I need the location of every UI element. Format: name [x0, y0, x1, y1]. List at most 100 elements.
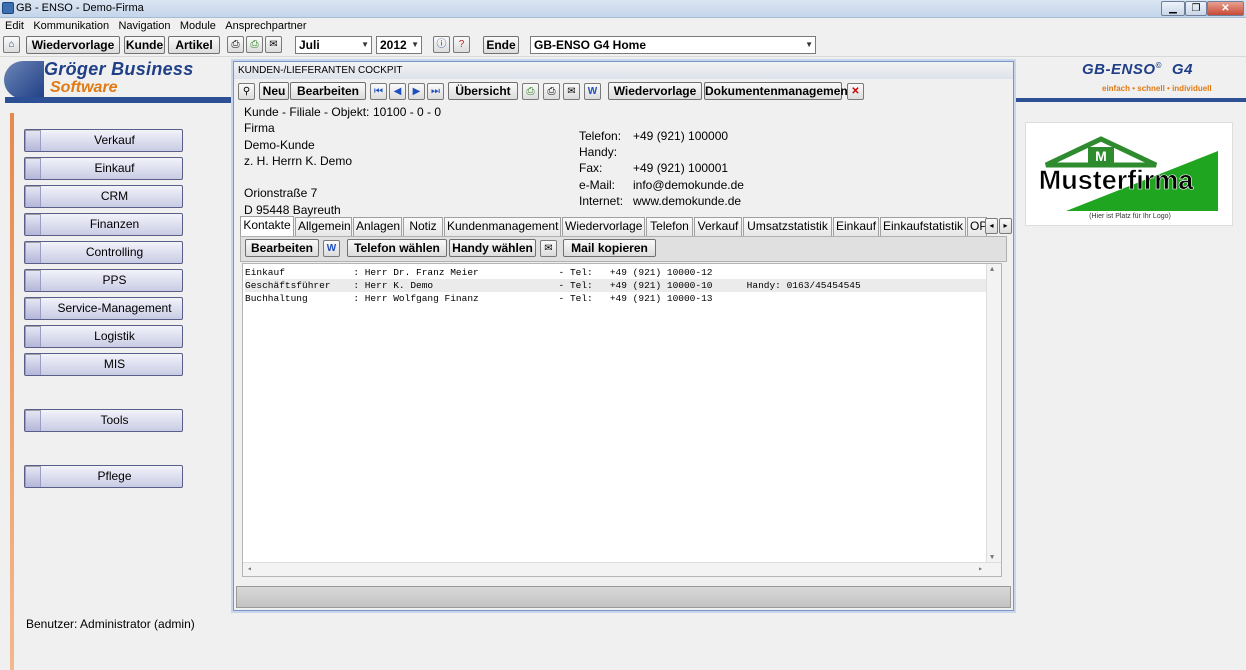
- tab-einkauf[interactable]: Einkauf: [833, 217, 879, 236]
- vertical-scrollbar[interactable]: ▲ ▼: [986, 264, 1001, 564]
- app-icon: [2, 2, 14, 14]
- close-button[interactable]: ✕: [1207, 1, 1244, 16]
- internet-label: Internet:: [579, 194, 624, 208]
- first-record-icon[interactable]: ⏮: [370, 83, 387, 100]
- tab-telefon[interactable]: Telefon: [646, 217, 693, 236]
- nav-verkauf[interactable]: Verkauf: [24, 129, 183, 152]
- printer-icon[interactable]: ⎙: [543, 83, 560, 100]
- nav-label: PPS: [102, 273, 127, 287]
- nav-service-management[interactable]: Service-Management: [24, 297, 183, 320]
- bearbeiten-button[interactable]: Bearbeiten: [245, 239, 319, 257]
- nav-crm[interactable]: CRM: [24, 185, 183, 208]
- nav-controlling[interactable]: Controlling: [24, 241, 183, 264]
- tab-wiedervorlage[interactable]: Wiedervorlage: [562, 217, 645, 236]
- mail-icon[interactable]: ✉: [265, 36, 282, 53]
- tab-op[interactable]: OP: [967, 217, 987, 236]
- menu-bar: Edit Kommunikation Navigation Module Ans…: [0, 18, 1246, 33]
- logo-letter: M: [1095, 148, 1107, 164]
- neu-button[interactable]: Neu: [259, 82, 289, 100]
- nav-logistik[interactable]: Logistik: [24, 325, 183, 348]
- print-preview-icon[interactable]: ⎙: [522, 83, 539, 100]
- product-logo: GB-ENSO© G4: [1082, 61, 1193, 78]
- scroll-down-icon[interactable]: ▼: [990, 554, 994, 562]
- previous-record-icon[interactable]: ◀: [389, 83, 406, 100]
- tab-umsatzstatistik[interactable]: Umsatzstatistik: [743, 217, 832, 236]
- ende-button[interactable]: Ende: [483, 36, 519, 54]
- nav-tab-icon: [25, 298, 41, 319]
- artikel-button[interactable]: Artikel: [168, 36, 220, 54]
- mail-kopieren-button[interactable]: Mail kopieren: [563, 239, 656, 257]
- logo-company-name: Musterfirma: [1039, 165, 1195, 195]
- bearbeiten-button[interactable]: Bearbeiten: [290, 82, 366, 100]
- chevron-down-icon: ▼: [805, 40, 813, 49]
- tab-allgemein[interactable]: Allgemein: [295, 217, 352, 236]
- menu-module[interactable]: Module: [180, 19, 216, 32]
- wiedervorlage-button[interactable]: Wiedervorlage: [26, 36, 120, 54]
- product-version: G4: [1171, 61, 1193, 78]
- cockpit-title: KUNDEN-/LIEFERANTEN COCKPIT: [234, 62, 1013, 79]
- list-item[interactable]: Einkauf : Herr Dr. Franz Meier - Tel: +4…: [245, 266, 988, 279]
- nav-tab-icon: [25, 466, 41, 487]
- menu-ansprechpartner[interactable]: Ansprechpartner: [225, 19, 306, 32]
- email-value: info@demokunde.de: [633, 178, 744, 192]
- address-line: Firma: [244, 121, 275, 135]
- dokumentenmanagement-button[interactable]: Dokumentenmanagement: [704, 82, 852, 100]
- menu-kommunikation[interactable]: Kommunikation: [33, 19, 109, 32]
- nav-tab-icon: [25, 158, 41, 179]
- nav-tools[interactable]: Tools: [24, 409, 183, 432]
- minimize-button[interactable]: ▁: [1161, 1, 1185, 16]
- search-icon[interactable]: ⚲: [238, 83, 255, 100]
- help-icon[interactable]: ?: [453, 36, 470, 53]
- handy-waehlen-button[interactable]: Handy wählen: [449, 239, 536, 257]
- telefon-waehlen-button[interactable]: Telefon wählen: [347, 239, 447, 257]
- tab-kundenmanagement[interactable]: Kundenmanagement: [444, 217, 561, 236]
- nav-label: Einkauf: [94, 161, 135, 175]
- horizontal-scrollbar[interactable]: ◂ ▸: [243, 562, 1001, 576]
- tab-scroll-left-icon[interactable]: ◂: [985, 218, 998, 234]
- nav-pflege[interactable]: Pflege: [24, 465, 183, 488]
- tab-anlagen[interactable]: Anlagen: [353, 217, 402, 236]
- cockpit-status-bar: [236, 586, 1011, 608]
- printer-icon[interactable]: ⎙: [227, 36, 244, 53]
- nav-mis[interactable]: MIS: [24, 353, 183, 376]
- right-panel: GB-ENSO© G4 einfach • schnell • individue…: [1014, 57, 1246, 670]
- tab-kontakte[interactable]: Kontakte: [240, 216, 294, 236]
- mail-icon[interactable]: ✉: [563, 83, 580, 100]
- home-select[interactable]: GB-ENSO G4 Home ▼: [530, 36, 816, 54]
- tab-scroll-right-icon[interactable]: ▸: [999, 218, 1012, 234]
- uebersicht-button[interactable]: Übersicht: [448, 82, 518, 100]
- info-icon[interactable]: ⓘ: [433, 36, 450, 53]
- main-toolbar: ⌂ Wiedervorlage Kunde Artikel ⎙ ⎙ ✉ Juli…: [0, 33, 1246, 57]
- nav-label: MIS: [103, 357, 126, 371]
- list-item[interactable]: Geschäftsführer : Herr K. Demo - Tel: +4…: [245, 279, 988, 292]
- last-record-icon[interactable]: ⏭: [427, 83, 444, 100]
- wiedervorlage-button[interactable]: Wiedervorlage: [608, 82, 702, 100]
- logo-hint: (Hier ist Platz für Ihr Logo): [1089, 213, 1171, 220]
- home-icon[interactable]: ⌂: [3, 36, 20, 53]
- kunde-button[interactable]: Kunde: [124, 36, 165, 54]
- close-icon[interactable]: ✕: [847, 83, 864, 100]
- next-record-icon[interactable]: ▶: [408, 83, 425, 100]
- month-select[interactable]: Juli ▼: [295, 36, 372, 54]
- year-select[interactable]: 2012 ▼: [376, 36, 422, 54]
- scroll-right-icon[interactable]: ▸: [978, 564, 983, 574]
- scroll-up-icon[interactable]: ▲: [990, 266, 994, 274]
- nav-pps[interactable]: PPS: [24, 269, 183, 292]
- tab-verkauf[interactable]: Verkauf: [694, 217, 742, 236]
- nav-finanzen[interactable]: Finanzen: [24, 213, 183, 236]
- tab-einkaufstatistik[interactable]: Einkaufstatistik: [880, 217, 966, 236]
- title-bar: GB - ENSO - Demo-Firma ▁ ❐ ✕: [0, 0, 1246, 18]
- list-item[interactable]: Buchhaltung : Herr Wolfgang Finanz - Tel…: [245, 292, 988, 305]
- home-select-value: GB-ENSO G4 Home: [534, 38, 647, 52]
- maximize-button[interactable]: ❐: [1185, 1, 1207, 16]
- menu-navigation[interactable]: Navigation: [118, 19, 170, 32]
- nav-einkauf[interactable]: Einkauf: [24, 157, 183, 180]
- nav-label: Tools: [100, 413, 129, 427]
- mail-icon[interactable]: ✉: [540, 240, 557, 257]
- word-icon[interactable]: W: [323, 240, 340, 257]
- print-preview-icon[interactable]: ⎙: [246, 36, 263, 53]
- scroll-left-icon[interactable]: ◂: [247, 564, 252, 574]
- word-icon[interactable]: W: [584, 83, 601, 100]
- tab-notiz[interactable]: Notiz: [403, 217, 443, 236]
- menu-edit[interactable]: Edit: [5, 19, 24, 32]
